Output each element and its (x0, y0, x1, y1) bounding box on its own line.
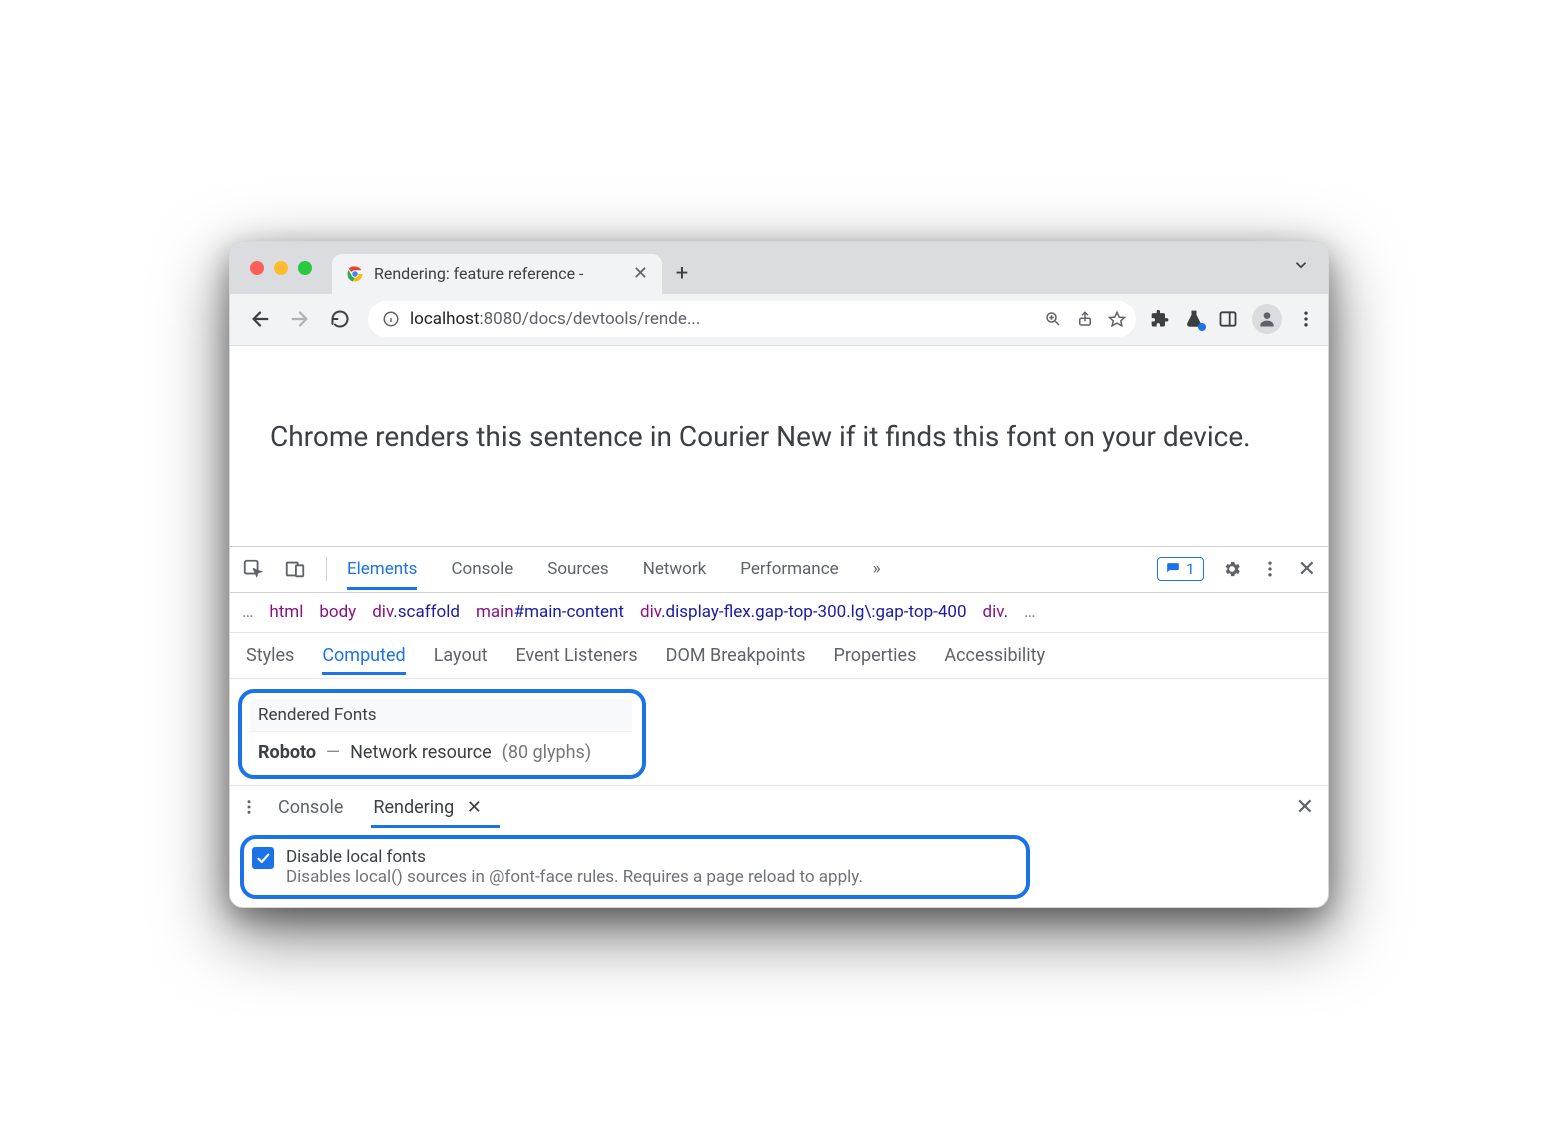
devtools-panel: Elements Console Sources Network Perform… (230, 546, 1328, 907)
page-text: Chrome renders this sentence in Courier … (270, 416, 1288, 458)
browser-tab[interactable]: Rendering: feature reference - ✕ (332, 254, 662, 294)
reload-button[interactable] (322, 301, 358, 337)
extensions-icon[interactable] (1150, 309, 1170, 329)
devtools-menu-icon[interactable] (1260, 559, 1280, 579)
tab-title: Rendering: feature reference - (374, 264, 623, 283)
subtab-dom-breakpoints[interactable]: DOM Breakpoints (666, 637, 806, 674)
bc-div-flex[interactable]: div.display-flex.gap-top-300.lg\:gap-top… (640, 602, 967, 622)
new-tab-button[interactable]: + (662, 254, 702, 294)
subtab-layout[interactable]: Layout (434, 637, 488, 674)
devtools-toolbar: Elements Console Sources Network Perform… (230, 547, 1328, 593)
share-icon[interactable] (1076, 310, 1094, 328)
issues-badge[interactable]: 1 (1157, 557, 1203, 581)
site-info-icon[interactable] (382, 310, 400, 328)
rendered-font-row: Roboto — Network resource (80 glyphs) (250, 732, 632, 767)
breadcrumb-ellipsis-right[interactable]: … (1024, 602, 1035, 622)
font-glyphs: (80 glyphs) (502, 742, 591, 763)
devtools-toolbar-right: 1 ✕ (1157, 557, 1316, 582)
close-drawer-tab-icon[interactable]: ✕ (467, 797, 482, 818)
back-button[interactable] (242, 301, 278, 337)
toolbar: localhost:8080/docs/devtools/rende... (230, 294, 1328, 346)
close-tab-icon[interactable]: ✕ (633, 263, 648, 284)
omnibox-actions (1044, 310, 1126, 328)
url-text: localhost:8080/docs/devtools/rende... (410, 309, 1034, 329)
browser-window: Rendering: feature reference - ✕ + local… (229, 241, 1329, 908)
subtab-styles[interactable]: Styles (246, 637, 294, 674)
devtools-main-tabs: Elements Console Sources Network Perform… (347, 549, 1137, 589)
tab-sources[interactable]: Sources (547, 549, 608, 589)
window-controls (250, 242, 312, 294)
chrome-favicon-icon (346, 265, 364, 283)
side-panel-icon[interactable] (1218, 309, 1238, 329)
zoom-icon[interactable] (1044, 310, 1062, 328)
tab-strip: Rendering: feature reference - ✕ + (230, 242, 1328, 294)
separator (326, 557, 327, 581)
bc-body[interactable]: body (319, 602, 356, 622)
more-tabs-icon[interactable]: » (873, 549, 881, 589)
tabs-dropdown-icon[interactable] (1292, 256, 1310, 274)
rendered-fonts-block: Rendered Fonts Roboto — Network resource… (238, 689, 646, 779)
forward-button[interactable] (282, 301, 318, 337)
profile-avatar-icon[interactable] (1252, 304, 1282, 334)
toolbar-right (1150, 304, 1316, 334)
bookmark-star-icon[interactable] (1108, 310, 1126, 328)
chrome-menu-icon[interactable] (1296, 309, 1316, 329)
setting-description: Disables local() sources in @font-face r… (286, 867, 863, 887)
drawer-menu-icon[interactable] (240, 798, 258, 816)
tab-performance[interactable]: Performance (740, 549, 838, 589)
subtab-computed[interactable]: Computed (322, 637, 405, 674)
dom-breadcrumb[interactable]: … html body div.scaffold main#main-conte… (230, 593, 1328, 633)
setting-text: Disable local fonts Disables local() sou… (286, 847, 863, 887)
breadcrumb-ellipsis-left[interactable]: … (242, 602, 253, 622)
tab-elements[interactable]: Elements (347, 549, 417, 589)
device-toolbar-icon[interactable] (284, 558, 306, 580)
font-source: Network resource (350, 742, 492, 763)
subtab-accessibility[interactable]: Accessibility (944, 637, 1045, 674)
inspect-element-icon[interactable] (242, 558, 264, 580)
disable-local-fonts-setting[interactable]: Disable local fonts Disables local() sou… (244, 839, 1026, 895)
checkbox-checked-icon[interactable] (252, 847, 274, 869)
settings-gear-icon[interactable] (1222, 559, 1242, 579)
page-content: Chrome renders this sentence in Courier … (230, 346, 1328, 546)
bc-div-scaffold[interactable]: div.scaffold (372, 602, 460, 622)
issues-count: 1 (1186, 560, 1194, 578)
close-devtools-icon[interactable]: ✕ (1298, 557, 1316, 582)
tab-console[interactable]: Console (451, 549, 513, 589)
elements-subtabs: Styles Computed Layout Event Listeners D… (230, 633, 1328, 679)
maximize-window-button[interactable] (298, 261, 312, 275)
minimize-window-button[interactable] (274, 261, 288, 275)
subtab-event-listeners[interactable]: Event Listeners (516, 637, 638, 674)
dash: — (326, 742, 340, 763)
labs-icon[interactable] (1184, 309, 1204, 329)
rendered-fonts-heading: Rendered Fonts (250, 699, 632, 732)
font-name: Roboto (258, 742, 316, 763)
subtab-properties[interactable]: Properties (834, 637, 917, 674)
bc-div-trail[interactable]: div. (983, 602, 1009, 622)
close-window-button[interactable] (250, 261, 264, 275)
close-drawer-icon[interactable]: ✕ (1296, 795, 1314, 820)
tab-network[interactable]: Network (643, 549, 707, 589)
drawer-tab-rendering[interactable]: Rendering ✕ (363, 791, 491, 824)
setting-title: Disable local fonts (286, 847, 863, 867)
bc-html[interactable]: html (269, 602, 303, 622)
drawer-tabs: Console Rendering ✕ ✕ (230, 785, 1328, 829)
bc-main[interactable]: main#main-content (476, 602, 624, 622)
address-bar[interactable]: localhost:8080/docs/devtools/rende... (368, 301, 1136, 337)
drawer-tab-console[interactable]: Console (268, 791, 353, 824)
